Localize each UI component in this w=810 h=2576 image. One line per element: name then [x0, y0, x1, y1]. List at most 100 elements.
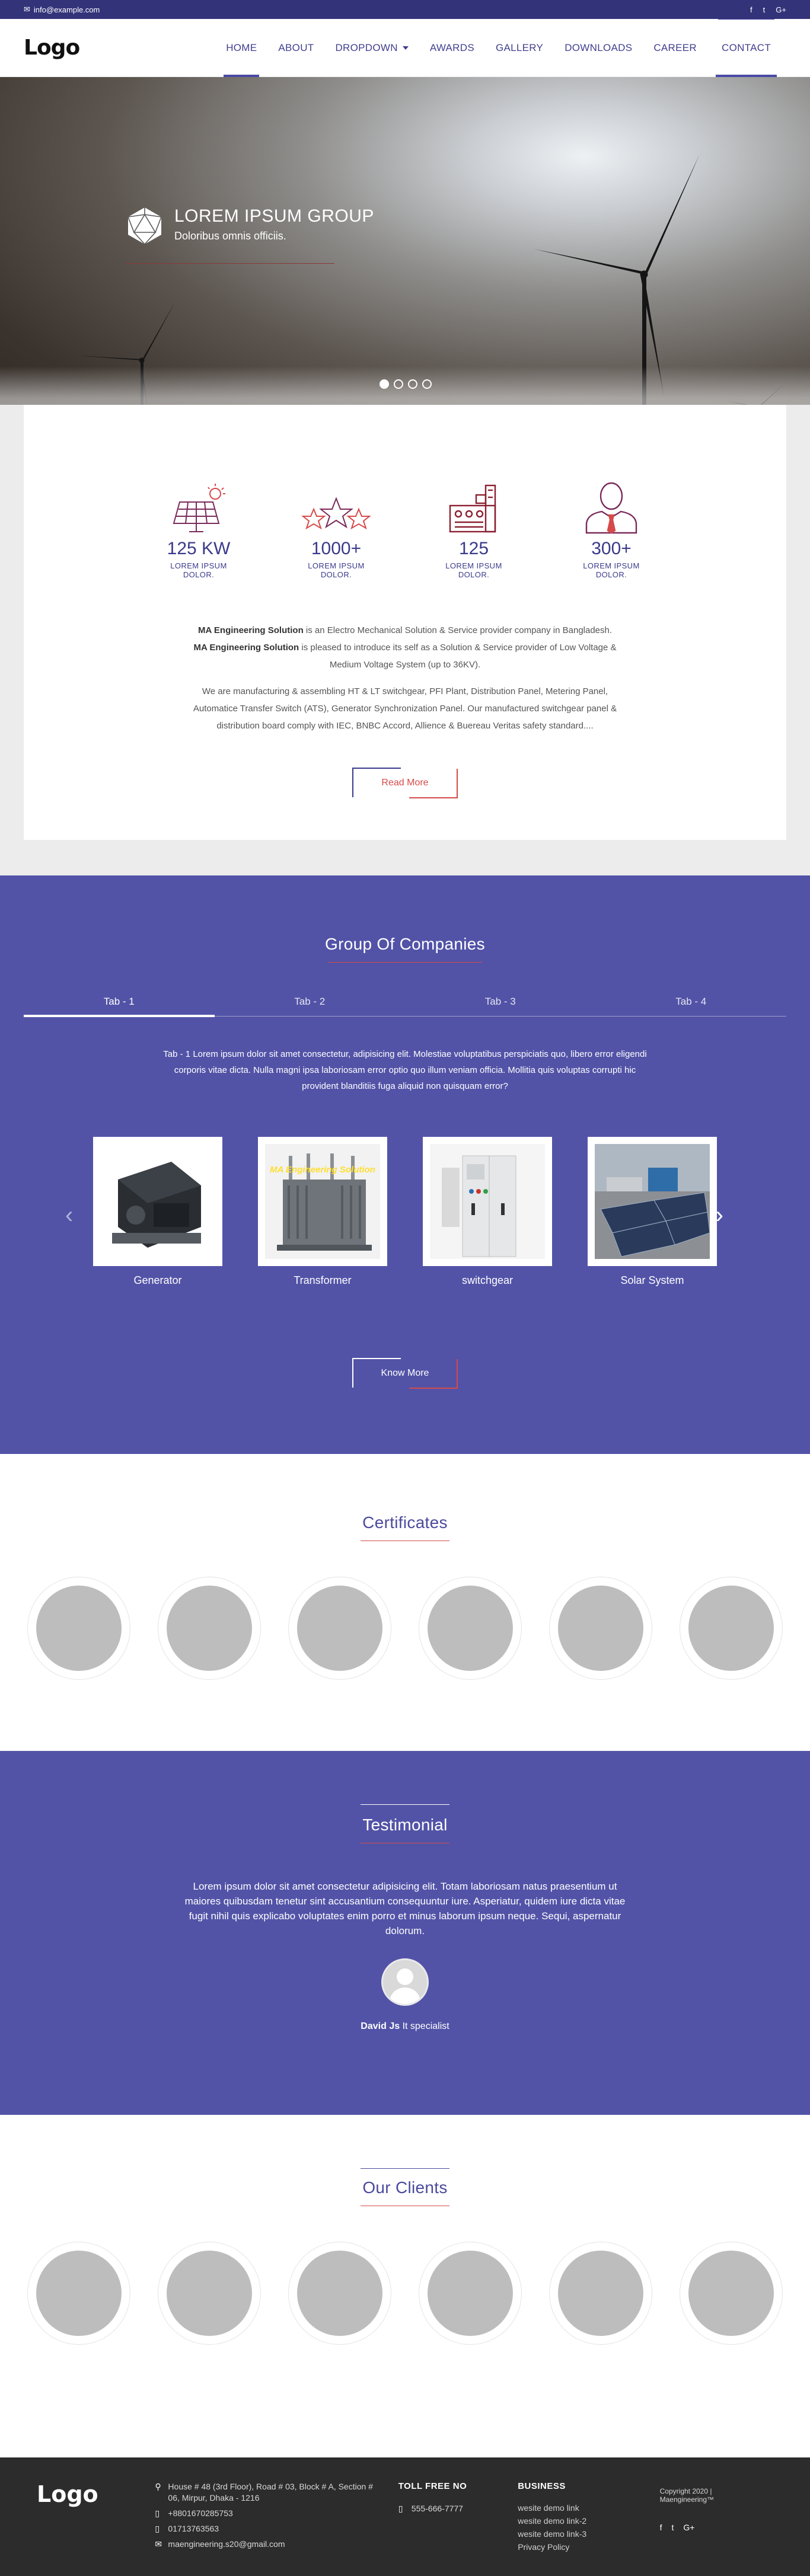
stat-item: 125 KW LOREM IPSUM DOLOR. — [154, 476, 243, 579]
hero-text-block: LOREM IPSUM GROUP Doloribus omnis offici… — [174, 206, 374, 242]
stat-value: 125 — [458, 539, 489, 558]
stat-item: 1000+ LOREM IPSUM DOLOR. — [292, 476, 381, 579]
certificates-section: Certificates — [0, 1454, 810, 1751]
stat-value: 1000+ — [311, 539, 362, 558]
product-card[interactable]: Generator — [93, 1137, 222, 1287]
nav-item-contact[interactable]: CONTACT — [716, 18, 777, 77]
client-item[interactable] — [549, 2242, 652, 2345]
footer-phone-1: ▯ +8801670285753 — [155, 2508, 374, 2519]
footer-email[interactable]: ✉ maengineering.s20@gmail.com — [155, 2539, 374, 2550]
client-item[interactable] — [419, 2242, 522, 2345]
certificates-title: Certificates — [362, 1513, 448, 1532]
mobile-icon: ▯ — [398, 2504, 403, 2513]
nav-item-awards[interactable]: AWARDS — [430, 19, 474, 77]
nav-item-career[interactable]: CAREER — [653, 19, 697, 77]
toll-free-number-text: 555-666-7777 — [411, 2504, 463, 2513]
testimonial-title: Testimonial — [362, 1816, 448, 1834]
stars-icon — [301, 497, 371, 530]
stat-label: LOREM IPSUM DOLOR. — [445, 561, 502, 579]
slider-dot-4[interactable] — [422, 379, 432, 389]
factory-icon — [449, 484, 496, 533]
google-plus-icon[interactable]: G+ — [776, 5, 786, 14]
certificate-placeholder-image — [36, 1586, 122, 1671]
toll-free-heading: TOLL FREE NO — [398, 2481, 467, 2491]
certificate-item[interactable] — [419, 1577, 522, 1680]
solar-panel-icon — [173, 484, 225, 532]
slider-dot-2[interactable] — [394, 379, 403, 389]
product-image — [93, 1137, 222, 1266]
polyhedron-logo-icon — [127, 207, 162, 245]
testimonial-quote: Lorem ipsum dolor sit amet consectetur a… — [184, 1881, 626, 1936]
product-image — [423, 1137, 552, 1266]
site-logo[interactable]: Logo — [24, 36, 80, 60]
slider-dots — [380, 379, 432, 389]
privacy-policy-link[interactable]: Privacy Policy — [518, 2542, 636, 2552]
chevron-right-icon[interactable]: › — [716, 1202, 723, 1229]
know-more-label: Know More — [381, 1368, 429, 1378]
about-paragraph-1: MA Engineering Solution is an Electro Me… — [192, 622, 618, 673]
footer-phone-2-text: 01713763563 — [168, 2524, 219, 2533]
map-pin-icon: ⚲ — [155, 2482, 161, 2491]
about-card: 125 KW LOREM IPSUM DOLOR. 1000+ LOREM IP… — [24, 405, 786, 840]
nav-item-gallery[interactable]: GALLERY — [496, 19, 543, 77]
certificate-item[interactable] — [549, 1577, 652, 1680]
certificate-item[interactable] — [158, 1577, 261, 1680]
slider-dot-1[interactable] — [380, 379, 389, 389]
slider-dot-3[interactable] — [408, 379, 417, 389]
client-item[interactable] — [288, 2242, 391, 2345]
product-card[interactable]: switchgear — [423, 1137, 552, 1287]
know-more-button[interactable]: Know More — [352, 1358, 458, 1389]
google-plus-icon[interactable]: G+ — [683, 2523, 694, 2532]
client-item[interactable] — [27, 2242, 130, 2345]
facebook-icon[interactable]: f — [750, 5, 752, 14]
nav-item-dropdown[interactable]: DROPDOWN — [335, 19, 409, 77]
product-card[interactable]: Solar System — [588, 1137, 717, 1287]
certificate-item[interactable] — [680, 1577, 783, 1680]
nav-item-downloads[interactable]: DOWNLOADS — [565, 19, 632, 77]
certificate-item[interactable] — [288, 1577, 391, 1680]
topbar-email[interactable]: ✉ info@example.com — [24, 5, 100, 14]
facebook-icon[interactable]: f — [660, 2523, 662, 2532]
tab-3[interactable]: Tab - 3 — [405, 996, 596, 1016]
read-more-button[interactable]: Read More — [352, 768, 458, 798]
footer-logo[interactable]: Logo — [37, 2481, 155, 2555]
about-p1-text2: is pleased to introduce its self as a So… — [299, 643, 617, 670]
client-placeholder-image — [36, 2251, 122, 2336]
testimonial-author: David Js It specialist — [24, 2021, 786, 2032]
stat-value: 300+ — [591, 539, 632, 558]
client-placeholder-image — [167, 2251, 252, 2336]
chevron-left-icon[interactable]: ‹ — [65, 1202, 73, 1229]
product-image: MA Engineering Solution — [258, 1137, 387, 1266]
footer-link[interactable]: wesite demo link-3 — [518, 2529, 636, 2539]
topbar-socials: f t G+ — [750, 5, 786, 14]
certificate-item[interactable] — [27, 1577, 130, 1680]
company-tabs: Tab - 1 Tab - 2 Tab - 3 Tab - 4 — [24, 996, 786, 1017]
tab-1[interactable]: Tab - 1 — [24, 996, 215, 1017]
client-item[interactable] — [158, 2242, 261, 2345]
twitter-icon[interactable]: t — [763, 5, 766, 14]
nav-item-home[interactable]: HOME — [224, 19, 260, 77]
certificate-placeholder-image — [297, 1586, 382, 1671]
top-bar: ✉ info@example.com f t G+ — [0, 0, 810, 19]
tab-4[interactable]: Tab - 4 — [596, 996, 787, 1016]
user-avatar-icon — [389, 1968, 421, 2004]
read-more-label: Read More — [381, 778, 429, 788]
main-nav: Logo HOME ABOUT DROPDOWN AWARDS GALLERY … — [0, 18, 810, 77]
footer-phone-2: ▯ 01713763563 — [155, 2523, 374, 2535]
generator-image — [100, 1144, 215, 1259]
stat-label: LOREM IPSUM DOLOR. — [583, 561, 640, 579]
copyright-text: Copyright 2020 | Maengineering™ — [659, 2487, 715, 2504]
footer-phone-1-text: +8801670285753 — [168, 2508, 233, 2518]
twitter-icon[interactable]: t — [672, 2523, 674, 2532]
client-item[interactable] — [680, 2242, 783, 2345]
tab-2[interactable]: Tab - 2 — [215, 996, 406, 1016]
footer-link[interactable]: wesite demo link — [518, 2503, 636, 2513]
product-card[interactable]: MA Engineering Solution Transformer — [258, 1137, 387, 1287]
about-paragraph-2: We are manufacturing & assembling HT & L… — [193, 686, 617, 731]
footer: Logo ⚲ House # 48 (3rd Floor), Road # 03,… — [0, 2457, 810, 2576]
testimonial-top-rule — [361, 1804, 449, 1805]
footer-link[interactable]: wesite demo link-2 — [518, 2516, 636, 2526]
nav-item-about[interactable]: ABOUT — [278, 19, 314, 77]
footer-address: ⚲ House # 48 (3rd Floor), Road # 03, Bloc… — [155, 2481, 374, 2504]
nav-item-dropdown-label: DROPDOWN — [335, 41, 398, 53]
